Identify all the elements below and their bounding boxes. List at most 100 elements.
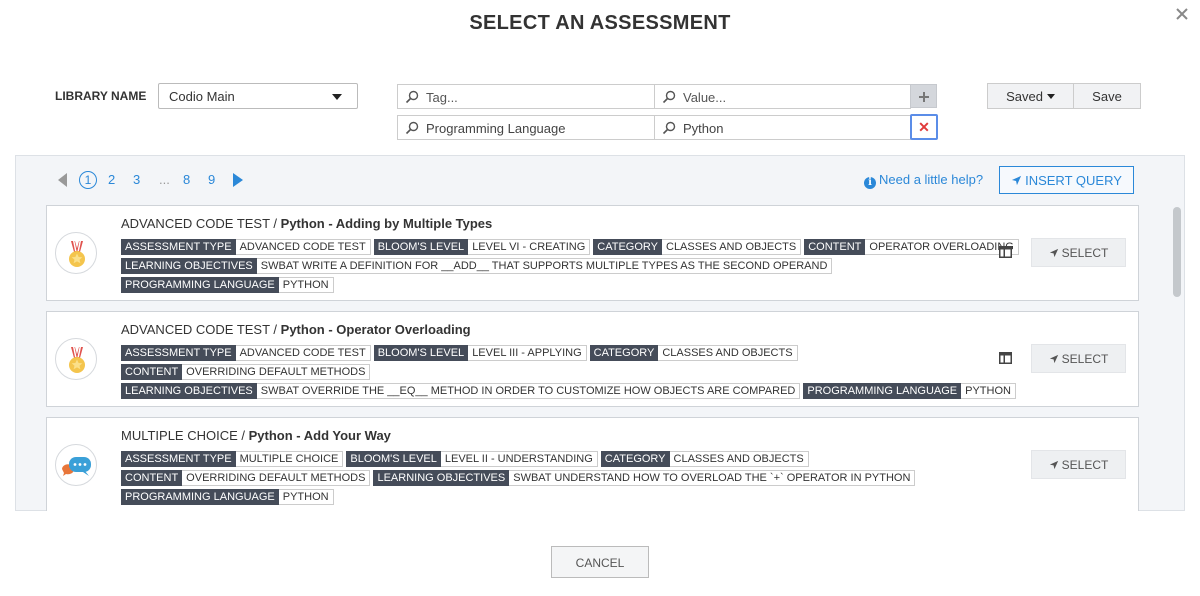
tag-key: BLOOM'S LEVEL <box>373 345 469 361</box>
tag-key: LEARNING OBJECTIVES <box>373 470 510 486</box>
tag-key: BLOOM'S LEVEL <box>373 239 469 255</box>
page-ellipsis: ... <box>159 172 170 187</box>
tag-value: LEVEL III - APPLYING <box>468 345 587 361</box>
chevron-down-icon <box>332 94 342 100</box>
tag-value: ADVANCED CODE TEST <box>235 239 371 255</box>
select-label: SELECT <box>1061 246 1109 260</box>
assessment-card: ADVANCED CODE TEST / Python - Operator O… <box>46 311 1139 407</box>
tag-key: CONTENT <box>121 470 183 486</box>
tag-key: PROGRAMMING LANGUAGE <box>803 383 962 399</box>
card-title: ADVANCED CODE TEST / Python - Adding by … <box>121 216 492 231</box>
tag-key: BLOOM'S LEVEL <box>346 451 441 467</box>
prev-page-icon[interactable] <box>58 173 67 187</box>
page-1[interactable]: 1 <box>79 171 97 189</box>
tag-value: PYTHON <box>278 277 334 293</box>
help-link[interactable]: i Need a little help? <box>864 172 983 189</box>
library-select[interactable]: Codio Main <box>158 83 358 109</box>
page-9[interactable]: 9 <box>208 172 215 187</box>
select-label: SELECT <box>1061 352 1109 366</box>
page-8[interactable]: 8 <box>183 172 190 187</box>
card-type: ADVANCED CODE TEST <box>121 322 270 337</box>
medal-icon <box>55 232 97 274</box>
tag-value: OPERATOR OVERLOADING <box>865 239 1019 255</box>
library-name-label: LIBRARY NAME <box>55 89 147 103</box>
location-arrow-icon <box>1049 460 1058 470</box>
help-label: Need a little help? <box>879 172 984 187</box>
location-arrow-icon <box>1049 248 1058 258</box>
card-type: ADVANCED CODE TEST <box>121 216 270 231</box>
tag-line: PROGRAMMING LANGUAGE PYTHON <box>121 277 337 293</box>
tag-key: PROGRAMMING LANGUAGE <box>121 277 279 293</box>
tag-value: OVERRIDING DEFAULT METHODS <box>182 470 371 486</box>
next-page-icon[interactable] <box>233 173 243 187</box>
location-arrow-icon <box>1012 175 1022 186</box>
results-scrollbar[interactable] <box>1173 207 1181 297</box>
search-icon <box>405 121 419 135</box>
tag-input[interactable]: Tag... <box>397 84 655 109</box>
tag-line: LEARNING OBJECTIVES SWBAT WRITE A DEFINIT… <box>121 258 835 274</box>
card-sep: / <box>269 216 281 231</box>
card-name: Python - Adding by Multiple Types <box>280 216 493 231</box>
tag-value: SWBAT WRITE A DEFINITION FOR __ADD__ THA… <box>256 258 833 274</box>
tag-key: ASSESSMENT TYPE <box>121 239 236 255</box>
tag-key: CONTENT <box>804 239 866 255</box>
close-icon[interactable] <box>1174 8 1190 24</box>
select-button[interactable]: SELECT <box>1031 344 1126 373</box>
assessment-card: ADVANCED CODE TEST / Python - Adding by … <box>46 205 1139 301</box>
tag-value: PYTHON <box>961 383 1016 399</box>
remove-query-button[interactable]: ✕ <box>910 114 938 140</box>
tag-key: LEARNING OBJECTIVES <box>121 383 257 399</box>
tag-key: ASSESSMENT TYPE <box>121 345 236 361</box>
search-icon <box>662 121 676 135</box>
tag-key: PROGRAMMING LANGUAGE <box>121 489 279 505</box>
tag-key: LEARNING OBJECTIVES <box>121 258 257 274</box>
tag-value: ADVANCED CODE TEST <box>235 345 371 361</box>
tag-line: CONTENT OVERRIDING DEFAULT METHODS <box>121 364 373 380</box>
medal-icon <box>55 338 97 380</box>
card-sep: / <box>269 322 281 337</box>
tag-value: LEVEL VI - CREATING <box>468 239 591 255</box>
tag-value: LEVEL II - UNDERSTANDING <box>440 451 598 467</box>
preview-icon[interactable] <box>999 246 1012 258</box>
value-field[interactable]: Python <box>654 115 911 140</box>
tag-value: OVERRIDING DEFAULT METHODS <box>182 364 371 380</box>
tag-field-value: Programming Language <box>426 121 566 136</box>
select-button[interactable]: SELECT <box>1031 450 1126 479</box>
tag-value: SWBAT UNDERSTAND HOW TO OVERLOAD THE `+`… <box>509 470 916 486</box>
chat-bubbles-icon <box>55 444 97 486</box>
save-button[interactable]: Save <box>1073 83 1141 109</box>
tag-key: CATEGORY <box>589 345 659 361</box>
tag-value: CLASSES AND OBJECTS <box>662 239 802 255</box>
tag-key: CONTENT <box>121 364 183 380</box>
tag-value: PYTHON <box>278 489 334 505</box>
card-name: Python - Operator Overloading <box>280 322 471 337</box>
close-icon: ✕ <box>918 119 930 135</box>
tag-value: SWBAT OVERRIDE THE __EQ__ METHOD IN ORDE… <box>256 383 801 399</box>
insert-query-button[interactable]: INSERT QUERY <box>999 166 1134 194</box>
saved-queries-dropdown[interactable]: Saved <box>987 83 1074 109</box>
location-arrow-icon <box>1049 354 1058 364</box>
tag-key: ASSESSMENT TYPE <box>121 451 236 467</box>
value-input-placeholder: Value... <box>683 90 727 105</box>
tag-line: ASSESSMENT TYPE ADVANCED CODE TEST BLOOM'… <box>121 345 801 361</box>
preview-icon[interactable] <box>999 352 1012 364</box>
tag-value: CLASSES AND OBJECTS <box>658 345 798 361</box>
search-icon <box>662 90 676 104</box>
card-type: MULTIPLE CHOICE <box>121 428 238 443</box>
card-name: Python - Add Your Way <box>248 428 391 443</box>
select-button[interactable]: SELECT <box>1031 238 1126 267</box>
assessment-card: MULTIPLE CHOICE / Python - Add Your Way … <box>46 417 1139 511</box>
select-label: SELECT <box>1061 458 1109 472</box>
card-sep: / <box>237 428 249 443</box>
insert-query-label: INSERT QUERY <box>1025 173 1122 188</box>
tag-value: CLASSES AND OBJECTS <box>669 451 809 467</box>
value-field-value: Python <box>683 121 724 136</box>
tag-field[interactable]: Programming Language <box>397 115 655 140</box>
add-query-button[interactable] <box>910 84 937 108</box>
info-icon: i <box>864 177 876 189</box>
cancel-button[interactable]: CANCEL <box>551 546 649 578</box>
value-input[interactable]: Value... <box>654 84 911 109</box>
saved-label: Saved <box>1006 89 1043 104</box>
page-2[interactable]: 2 <box>108 172 115 187</box>
page-3[interactable]: 3 <box>133 172 140 187</box>
